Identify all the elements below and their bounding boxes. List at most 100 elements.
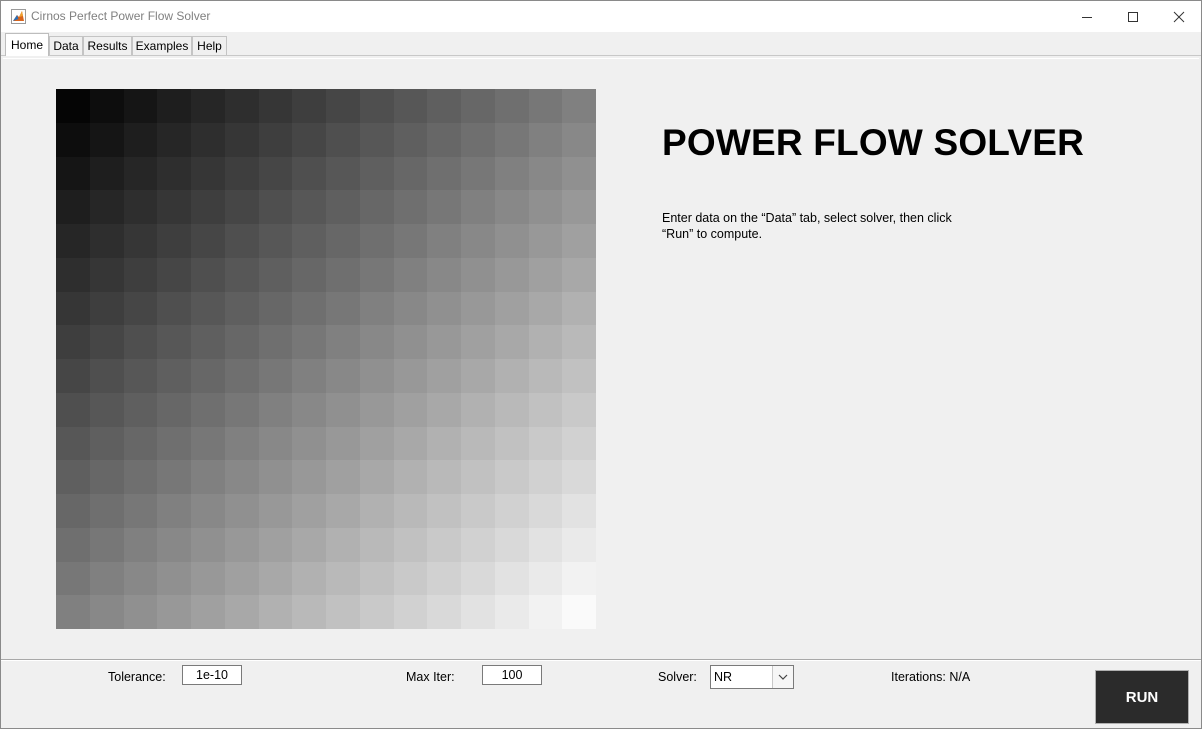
grid-cell	[258, 460, 293, 494]
grid-cell	[494, 527, 529, 562]
grid-cell	[562, 89, 596, 123]
grid-cell	[427, 392, 461, 427]
tab-help[interactable]: Help	[192, 36, 227, 55]
grid-cell	[494, 224, 529, 258]
grid-cell	[427, 527, 461, 562]
grid-cell	[89, 190, 124, 224]
grid-cell	[461, 561, 495, 596]
grid-cell	[562, 494, 596, 528]
tab-results[interactable]: Results	[83, 36, 132, 55]
grid-cell	[89, 494, 124, 528]
minimize-button[interactable]	[1064, 1, 1110, 32]
grid-cell	[224, 224, 259, 258]
grid-cell	[123, 89, 158, 123]
grid-cell	[393, 392, 428, 427]
maximize-button[interactable]	[1110, 1, 1156, 32]
grid-cell	[427, 122, 461, 157]
grid-cell	[56, 257, 90, 292]
grid-cell	[427, 190, 461, 224]
grid-cell	[191, 426, 225, 461]
grid-cell	[224, 460, 259, 494]
grid-cell	[157, 426, 191, 461]
grid-cell	[359, 325, 394, 359]
grid-cell	[528, 291, 563, 326]
grid-cell	[562, 460, 596, 494]
grid-cell	[56, 291, 90, 326]
grid-cell	[191, 561, 225, 596]
grid-cell	[56, 190, 90, 224]
maximize-icon	[1128, 11, 1138, 22]
title-bar: Cirnos Perfect Power Flow Solver	[1, 1, 1201, 32]
grid-cell	[224, 426, 259, 461]
grid-cell	[224, 392, 259, 427]
window-title: Cirnos Perfect Power Flow Solver	[31, 9, 211, 23]
grid-cell	[494, 359, 529, 393]
grid-cell	[224, 325, 259, 359]
grid-cell	[56, 122, 90, 157]
grid-cell	[292, 527, 326, 562]
grid-cell	[292, 494, 326, 528]
grid-cell	[292, 122, 326, 157]
solver-dropdown-button[interactable]	[772, 666, 793, 688]
grid-cell	[494, 561, 529, 596]
grid-cell	[292, 325, 326, 359]
grid-cell	[224, 527, 259, 562]
grid-cell	[461, 89, 495, 123]
grid-cell	[427, 224, 461, 258]
close-button[interactable]	[1156, 1, 1202, 32]
grid-cell	[56, 325, 90, 359]
grid-cell	[191, 460, 225, 494]
grid-cell	[89, 561, 124, 596]
grid-cell	[89, 122, 124, 157]
grid-cell	[359, 460, 394, 494]
grid-cell	[123, 595, 158, 629]
grid-cell	[292, 460, 326, 494]
grid-cell	[359, 426, 394, 461]
chevron-down-icon	[778, 674, 788, 680]
grid-cell	[427, 291, 461, 326]
tab-home[interactable]: Home	[5, 33, 49, 56]
tolerance-input[interactable]	[182, 665, 242, 685]
tab-data[interactable]: Data	[49, 36, 83, 55]
grid-cell	[393, 89, 428, 123]
iterations-status: Iterations: N/A	[891, 670, 971, 684]
grid-cell	[326, 561, 360, 596]
grid-cell	[461, 156, 495, 191]
matlab-icon	[11, 9, 26, 24]
grid-cell	[326, 89, 360, 123]
grid-cell	[326, 494, 360, 528]
grid-cell	[528, 122, 563, 157]
grid-cell	[258, 224, 293, 258]
grid-cell	[89, 392, 124, 427]
grid-cell	[292, 595, 326, 629]
grid-cell	[528, 224, 563, 258]
grid-cell	[157, 122, 191, 157]
grid-cell	[123, 359, 158, 393]
run-button[interactable]: RUN	[1095, 670, 1189, 724]
tab-examples[interactable]: Examples	[132, 36, 192, 55]
grid-cell	[461, 224, 495, 258]
grid-cell	[427, 426, 461, 461]
grid-cell	[89, 257, 124, 292]
grid-cell	[56, 224, 90, 258]
grid-cell	[427, 359, 461, 393]
grid-cell	[393, 595, 428, 629]
grid-cell	[562, 122, 596, 157]
grid-cell	[562, 392, 596, 427]
grid-cell	[89, 527, 124, 562]
grid-cell	[292, 291, 326, 326]
solver-select[interactable]: NR	[710, 665, 794, 689]
grid-cell	[359, 527, 394, 562]
max-iter-input[interactable]	[482, 665, 542, 685]
grid-cell	[292, 224, 326, 258]
solver-selected-value: NR	[714, 670, 733, 684]
grid-cell	[89, 426, 124, 461]
grid-cell	[258, 595, 293, 629]
grid-cell	[562, 291, 596, 326]
grid-cell	[562, 190, 596, 224]
grid-cell	[461, 190, 495, 224]
grid-cell	[326, 460, 360, 494]
grid-cell	[393, 190, 428, 224]
grid-cell	[528, 89, 563, 123]
grid-cell	[123, 291, 158, 326]
